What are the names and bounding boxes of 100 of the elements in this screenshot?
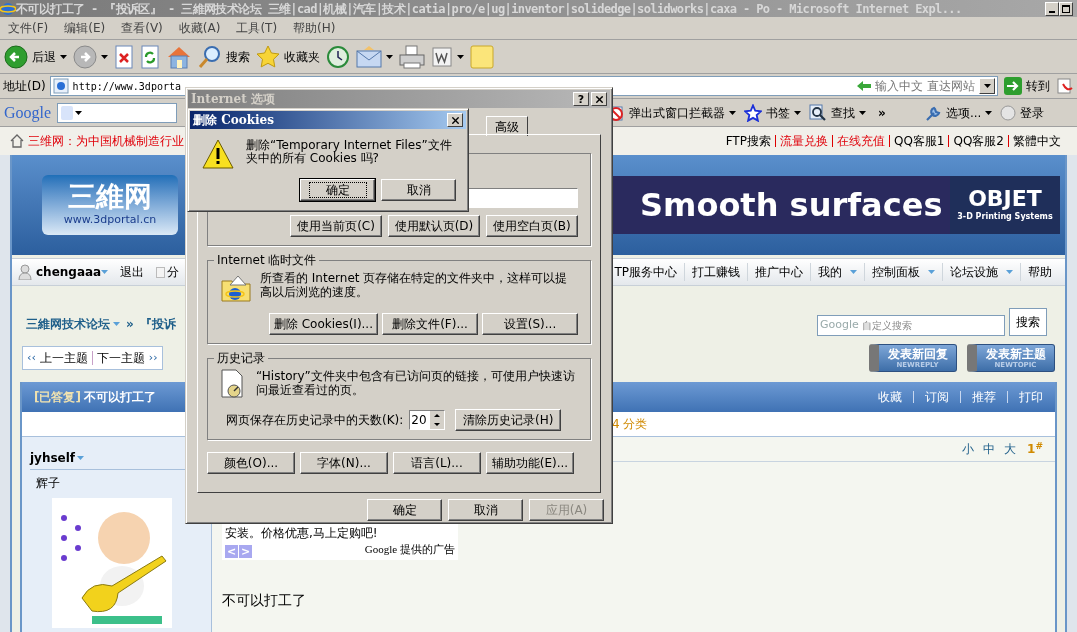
home-page-button[interactable]: 使用默认页(D) <box>388 215 480 237</box>
top-link[interactable]: 繁體中文 <box>1013 132 1061 150</box>
appearance-button[interactable]: 辅助功能(E)... <box>486 452 574 474</box>
temp-files-button[interactable]: 删除 Cookies(I)... <box>268 313 378 335</box>
document-icon[interactable] <box>431 45 453 68</box>
breadcrumb-link[interactable]: » <box>126 315 134 333</box>
appearance-button[interactable]: 字体(N)... <box>300 452 388 474</box>
google-toolbar-item[interactable]: 弹出式窗口拦截器 <box>629 103 726 122</box>
house-icon[interactable] <box>10 134 24 148</box>
star-outline-icon[interactable] <box>744 103 763 122</box>
home-page-button[interactable]: 使用当前页(C) <box>290 215 382 237</box>
temp-files-button[interactable]: 删除文件(F)... <box>382 313 478 335</box>
menu-item[interactable]: 文件(F) <box>8 19 49 37</box>
font-size-link[interactable]: 大 <box>1004 440 1017 458</box>
google-toolbar-item[interactable]: » <box>878 103 886 122</box>
user-icon <box>18 264 32 280</box>
thread-action-link[interactable]: 打印 <box>1019 388 1043 406</box>
next-arrow[interactable]: ›› <box>148 349 158 367</box>
magnifier-icon[interactable] <box>809 103 828 122</box>
temp-files-button[interactable]: 设置(S)... <box>482 313 578 335</box>
maximize-button[interactable] <box>1059 1 1073 16</box>
breadcrumb-link[interactable]: 三維网技术论坛 <box>26 315 110 333</box>
menu-item[interactable]: 查看(V) <box>121 19 163 37</box>
thread-action-link[interactable]: 订阅 <box>925 388 949 406</box>
top-link[interactable]: QQ客服1 <box>893 132 945 150</box>
google-toolbar-item[interactable]: 查找 <box>831 103 856 122</box>
site-logo[interactable]: 三維网 www.3dportal.cn <box>42 175 178 235</box>
google-search-field[interactable] <box>57 102 178 123</box>
menu-item[interactable]: 工具(T) <box>236 19 278 37</box>
menu-item[interactable]: 编辑(E) <box>64 19 106 37</box>
google-toolbar-item[interactable]: 书签 <box>766 103 791 122</box>
nav-link[interactable]: 我的 <box>818 263 842 281</box>
menu-item[interactable]: 帮助(H) <box>293 19 336 37</box>
warning-icon <box>202 139 234 169</box>
history-description: “History”文件夹中包含有已访问页的链接，可使用户快速访问最近查看过的页。 <box>256 369 576 397</box>
toolbar-label[interactable]: 收藏夹 <box>284 47 320 66</box>
thread-action-link[interactable]: 收藏 <box>878 388 902 406</box>
caret-icon[interactable] <box>794 110 802 115</box>
search-button[interactable]: 搜索 <box>1009 308 1047 336</box>
top-link[interactable]: 流量兑换 <box>779 132 828 150</box>
logo-url: www.3dportal.cn <box>63 211 157 228</box>
thread-action-link[interactable]: 推荐 <box>972 388 996 406</box>
appearance-button[interactable]: 语言(L)... <box>393 452 481 474</box>
appearance-button[interactable]: 颜色(O)... <box>207 452 295 474</box>
ad-headline: Smooth surfaces <box>639 185 944 226</box>
caret-icon[interactable] <box>60 54 67 59</box>
printer-icon[interactable] <box>399 44 425 69</box>
thread-nav-link[interactable]: 上一主题 <box>39 349 88 367</box>
font-size-link[interactable]: 中 <box>983 440 996 458</box>
nav-link[interactable]: 论坛设施 <box>950 263 998 281</box>
author-name[interactable]: jyhself <box>30 449 76 467</box>
caret-icon[interactable] <box>983 84 991 88</box>
font-size-link[interactable]: 小 <box>962 440 975 458</box>
logout-link[interactable]: 退出 <box>120 263 145 281</box>
clear-history-button[interactable]: 清除历史记录(H) <box>455 409 562 431</box>
dialog-footer-button[interactable]: 取消 <box>448 499 523 521</box>
toolbar-label[interactable]: 搜索 <box>226 47 250 66</box>
caret-icon[interactable] <box>729 110 737 115</box>
caret-icon[interactable] <box>75 110 83 115</box>
site-search-field[interactable]: Google 自定义搜索 <box>817 314 1005 336</box>
breadcrumb-link[interactable]: 『投诉 <box>139 315 176 333</box>
go-button[interactable]: 转到 <box>1002 77 1052 95</box>
pdf-icon[interactable] <box>1056 77 1074 95</box>
minimize-button[interactable] <box>1045 1 1059 16</box>
nav-link[interactable]: 控制面板 <box>872 263 920 281</box>
refresh-icon[interactable] <box>140 44 160 69</box>
star-icon[interactable] <box>256 44 280 69</box>
house-icon[interactable] <box>166 44 192 69</box>
caret-icon[interactable] <box>985 110 993 115</box>
caret-icon[interactable] <box>386 54 393 59</box>
clock-icon[interactable] <box>326 44 350 69</box>
dialog-button[interactable]: 取消 <box>381 179 456 201</box>
top-link[interactable]: 在线充值 <box>836 132 885 150</box>
dialog-footer-button[interactable]: 确定 <box>367 499 442 521</box>
search-icon[interactable] <box>198 44 222 69</box>
top-link[interactable]: QQ客服2 <box>953 132 1004 150</box>
prev-arrow[interactable]: ‹‹ <box>27 349 36 367</box>
caret-icon[interactable] <box>859 110 867 115</box>
dropdown-button[interactable] <box>979 78 995 94</box>
days-spinner[interactable]: 20 <box>409 410 446 430</box>
nav-link[interactable]: 打工赚钱 <box>692 263 740 281</box>
nav-link[interactable]: 分 <box>167 263 180 281</box>
settings-tab[interactable]: 高级 <box>486 116 528 136</box>
dialog-button[interactable]: 确定 <box>300 179 375 201</box>
group-title: 历史记录 <box>214 351 268 366</box>
nav-link[interactable]: TP服务中心 <box>614 263 677 281</box>
help-button[interactable]: ? <box>573 92 589 106</box>
caret-icon[interactable] <box>101 54 108 59</box>
nav-link[interactable]: 推广中心 <box>755 263 803 281</box>
caret-icon[interactable] <box>457 54 464 59</box>
nav-link[interactable]: 帮助 <box>1028 263 1052 281</box>
google-toolbar-item[interactable]: 选项... <box>945 103 982 122</box>
home-page-button[interactable]: 使用空白页(B) <box>486 215 578 237</box>
menu-item[interactable]: 收藏(A) <box>178 19 221 37</box>
thread-nav-link[interactable]: 下一主题 <box>96 349 145 367</box>
stop-icon[interactable] <box>114 44 134 69</box>
google-toolbar-item[interactable]: 登录 <box>1020 103 1045 122</box>
username[interactable]: chengaaa <box>36 263 102 281</box>
toolbar-label[interactable]: 后退 <box>32 47 56 66</box>
top-link[interactable]: FTP搜索 <box>725 132 771 150</box>
